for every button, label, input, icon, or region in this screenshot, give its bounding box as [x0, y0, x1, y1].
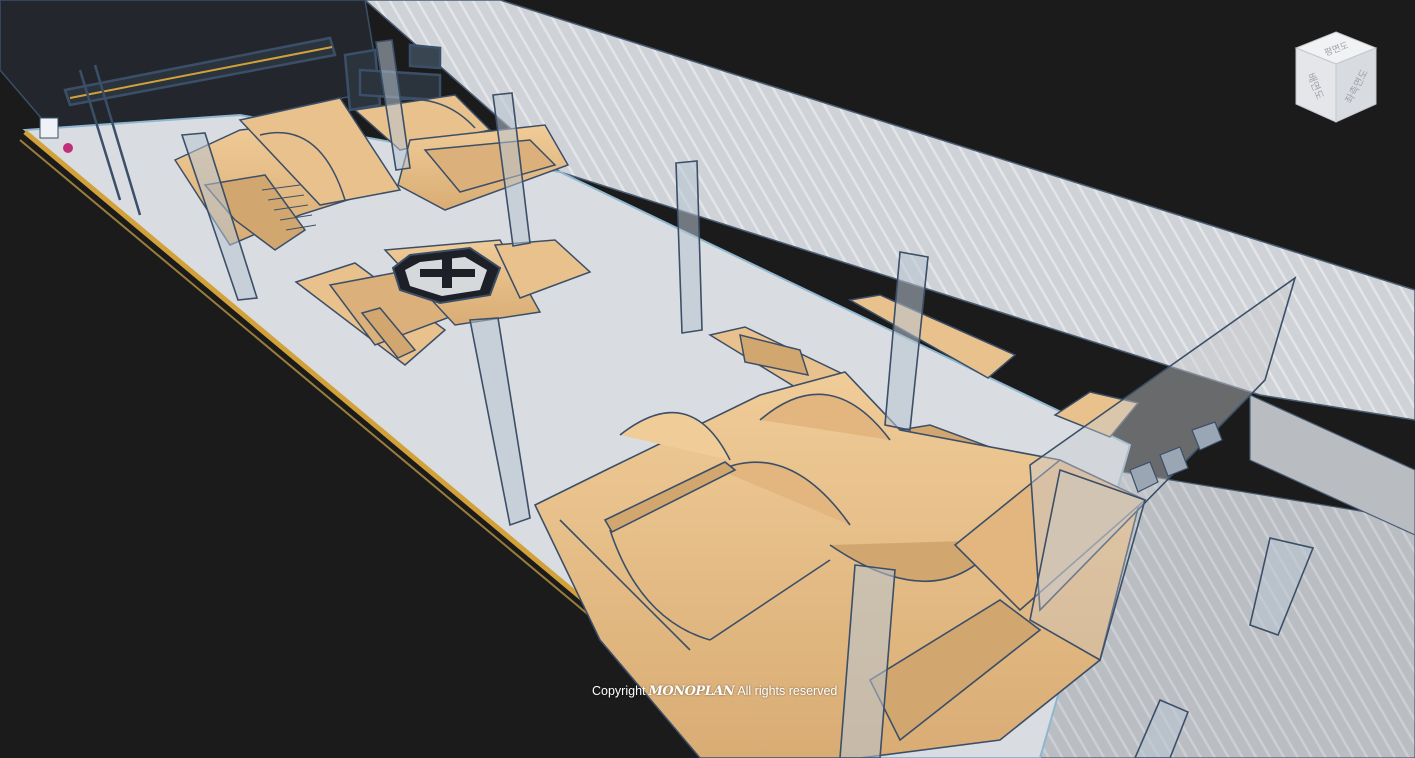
- 3d-viewport[interactable]: [0, 0, 1415, 758]
- copyright-prefix: Copyright: [592, 684, 646, 698]
- copyright-rights: All rights reserved: [737, 684, 838, 698]
- figure-marker: [63, 143, 73, 153]
- copyright-footer: Copyright MONOPLAN All rights reserved: [592, 683, 837, 699]
- view-cube[interactable]: 평면도 배면도 좌측면도: [1290, 28, 1382, 126]
- brand-logo: MONOPLAN: [648, 683, 735, 699]
